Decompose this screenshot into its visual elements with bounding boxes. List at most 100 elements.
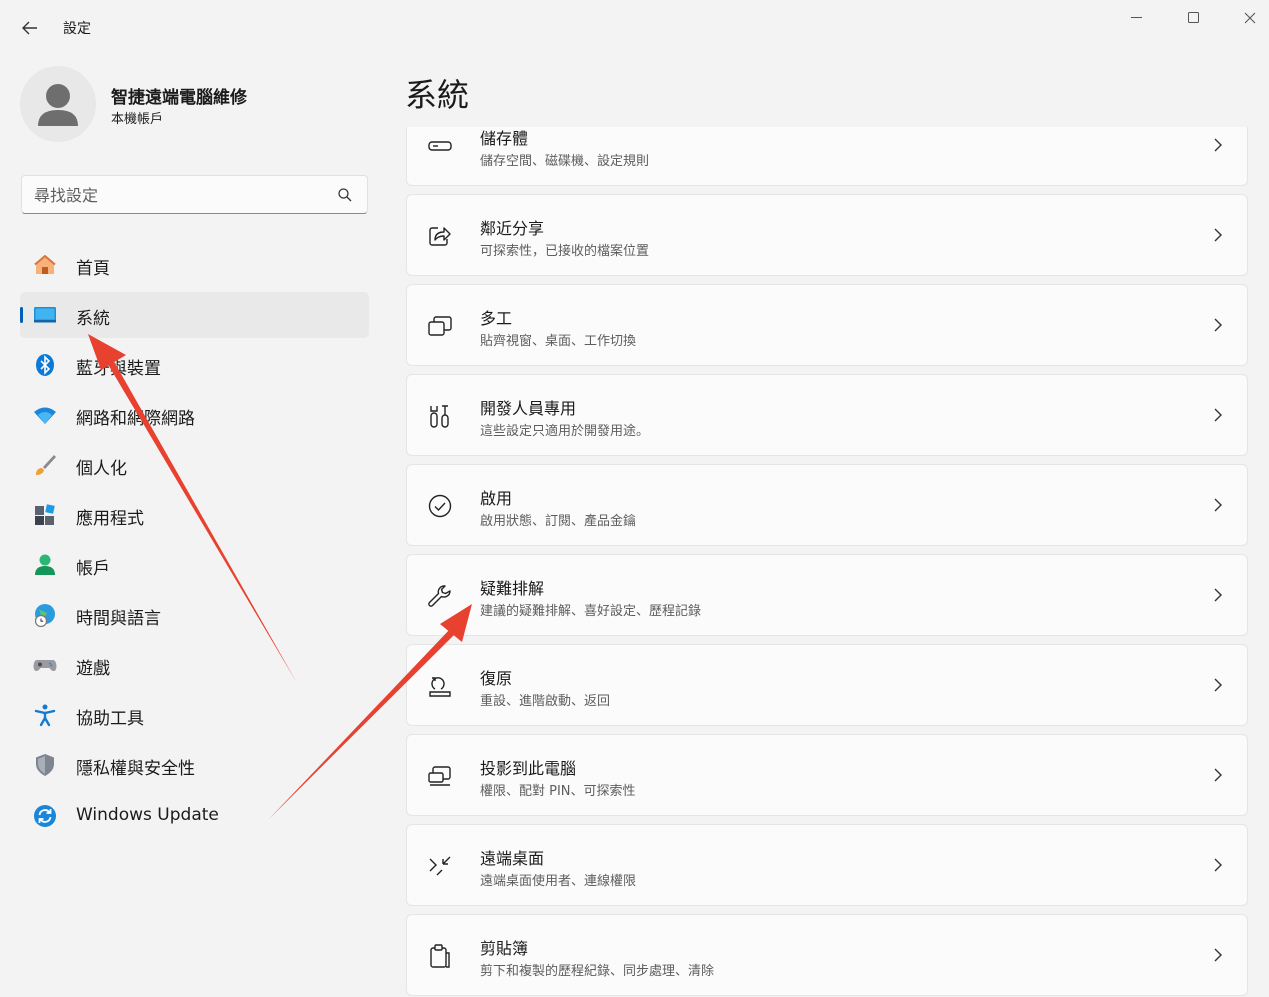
chevron-right-icon [1214, 858, 1222, 872]
setting-card-developers[interactable]: 開發人員專用 這些設定只適用於開發用途。 [406, 374, 1248, 456]
card-title: 鄰近分享 [480, 219, 545, 238]
close-button[interactable] [1233, 6, 1267, 30]
minimize-button[interactable] [1120, 6, 1154, 30]
avatar [20, 66, 96, 142]
card-description: 儲存空間、磁碟機、設定規則 [480, 154, 650, 169]
bluetooth-icon [33, 353, 57, 377]
share-icon [427, 223, 453, 249]
minimize-icon [1131, 17, 1142, 18]
back-button[interactable] [14, 14, 46, 42]
chevron-right-icon [1214, 948, 1222, 962]
card-description: 權限、配對 PIN、可探索性 [480, 784, 636, 799]
card-description: 剪下和複製的歷程紀錄、同步處理、清除 [480, 964, 715, 979]
globe-clock-icon [33, 603, 57, 627]
account-icon [33, 553, 57, 577]
update-icon [33, 804, 57, 828]
multitask-icon [427, 313, 453, 339]
system-icon [33, 303, 57, 327]
card-description: 這些設定只適用於開發用途。 [480, 424, 650, 439]
gamepad-icon [33, 653, 57, 677]
search-input[interactable] [34, 184, 324, 206]
apps-icon [33, 503, 57, 527]
sidebar-item-privacy[interactable]: 隱私權與安全性 [20, 742, 369, 788]
page-title: 系統 [405, 76, 470, 114]
activation-check-icon [427, 493, 453, 519]
sidebar-item-accounts[interactable]: 帳戶 [20, 542, 369, 588]
sidebar-item-label: 協助工具 [76, 709, 144, 729]
remote-desktop-icon [427, 853, 453, 879]
home-icon [33, 253, 57, 277]
sidebar-item-label: 帳戶 [76, 559, 110, 579]
sidebar-item-personalization[interactable]: 個人化 [20, 442, 369, 488]
card-title: 復原 [480, 669, 513, 688]
sidebar-item-gaming[interactable]: 遊戲 [20, 642, 369, 688]
sidebar-item-time-language[interactable]: 時間與語言 [20, 592, 369, 638]
sidebar-item-label: 首頁 [76, 259, 110, 279]
sidebar-item-label: 應用程式 [76, 509, 144, 529]
back-arrow-icon [22, 21, 37, 35]
setting-card-remote-desktop[interactable]: 遠端桌面 遠端桌面使用者、連線權限 [406, 824, 1248, 906]
profile-name: 智捷遠端電腦維修 [111, 88, 247, 108]
card-title: 遠端桌面 [480, 849, 545, 868]
sidebar-item-network[interactable]: 網路和網際網路 [20, 392, 369, 438]
card-title: 儲存體 [480, 129, 529, 148]
card-description: 啟用狀態、訂閱、產品金鑰 [480, 514, 637, 529]
card-title: 剪貼簿 [480, 939, 529, 958]
brush-icon [33, 453, 57, 477]
chevron-right-icon [1214, 498, 1222, 512]
wifi-icon [33, 403, 57, 427]
shield-icon [33, 753, 57, 777]
chevron-right-icon [1214, 588, 1222, 602]
search-icon[interactable] [337, 187, 353, 203]
sidebar-item-label: 個人化 [76, 459, 127, 479]
accessibility-icon [33, 703, 57, 727]
sidebar-item-label: 網路和網際網路 [76, 409, 195, 429]
card-title: 開發人員專用 [480, 399, 577, 418]
search-box[interactable] [21, 175, 368, 214]
setting-card-activation[interactable]: 啟用 啟用狀態、訂閱、產品金鑰 [406, 464, 1248, 546]
sidebar-item-label: 系統 [76, 309, 110, 329]
setting-card-troubleshoot[interactable]: 疑難排解 建議的疑難排解、喜好設定、歷程記錄 [406, 554, 1248, 636]
card-description: 重設、進階啟動、返回 [480, 694, 611, 709]
chevron-right-icon [1214, 768, 1222, 782]
setting-card-project-to-pc[interactable]: 投影到此電腦 權限、配對 PIN、可探索性 [406, 734, 1248, 816]
project-icon [427, 763, 453, 789]
card-description: 建議的疑難排解、喜好設定、歷程記錄 [480, 604, 702, 619]
sidebar-item-label: 隱私權與安全性 [76, 759, 195, 779]
card-title: 投影到此電腦 [480, 759, 577, 778]
user-profile[interactable]: 智捷遠端電腦維修 本機帳戶 [20, 66, 370, 144]
setting-card-storage[interactable]: 儲存體 儲存空間、磁碟機、設定規則 [406, 127, 1248, 186]
close-icon [1244, 12, 1256, 24]
card-description: 貼齊視窗、桌面、工作切換 [480, 334, 637, 349]
app-title: 設定 [63, 21, 91, 37]
card-title: 疑難排解 [480, 579, 545, 598]
sidebar-item-accessibility[interactable]: 協助工具 [20, 692, 369, 738]
card-title: 啟用 [480, 489, 513, 508]
setting-card-multitasking[interactable]: 多工 貼齊視窗、桌面、工作切換 [406, 284, 1248, 366]
chevron-right-icon [1214, 138, 1222, 152]
sidebar-item-apps[interactable]: 應用程式 [20, 492, 369, 538]
sidebar-item-label: 藍牙與裝置 [76, 359, 161, 379]
setting-card-recovery[interactable]: 復原 重設、進階啟動、返回 [406, 644, 1248, 726]
setting-card-nearby-sharing[interactable]: 鄰近分享 可探索性，已接收的檔案位置 [406, 194, 1248, 276]
clipboard-icon [427, 943, 453, 969]
sidebar-item-label: 時間與語言 [76, 609, 161, 629]
chevron-right-icon [1214, 408, 1222, 422]
wrench-icon [427, 583, 453, 609]
settings-list[interactable]: 儲存體 儲存空間、磁碟機、設定規則 鄰近分享 可探索性，已接收的檔案位置 多工 … [406, 127, 1248, 997]
maximize-button[interactable] [1177, 6, 1211, 30]
setting-card-clipboard[interactable]: 剪貼簿 剪下和複製的歷程紀錄、同步處理、清除 [406, 914, 1248, 996]
developer-tools-icon [427, 403, 453, 429]
chevron-right-icon [1214, 678, 1222, 692]
sidebar-item-system[interactable]: 系統 [20, 292, 369, 338]
maximize-icon [1188, 12, 1199, 23]
sidebar-item-bluetooth[interactable]: 藍牙與裝置 [20, 342, 369, 388]
sidebar-item-label: 遊戲 [76, 659, 110, 679]
chevron-right-icon [1214, 318, 1222, 332]
sidebar-item-label: Windows Update [76, 805, 219, 825]
account-type: 本機帳戶 [111, 112, 164, 127]
title-bar: 設定 [0, 0, 1269, 56]
card-description: 可探索性，已接收的檔案位置 [480, 244, 650, 259]
sidebar-item-home[interactable]: 首頁 [20, 242, 369, 288]
sidebar-item-windows-update[interactable]: Windows Update [20, 793, 369, 839]
